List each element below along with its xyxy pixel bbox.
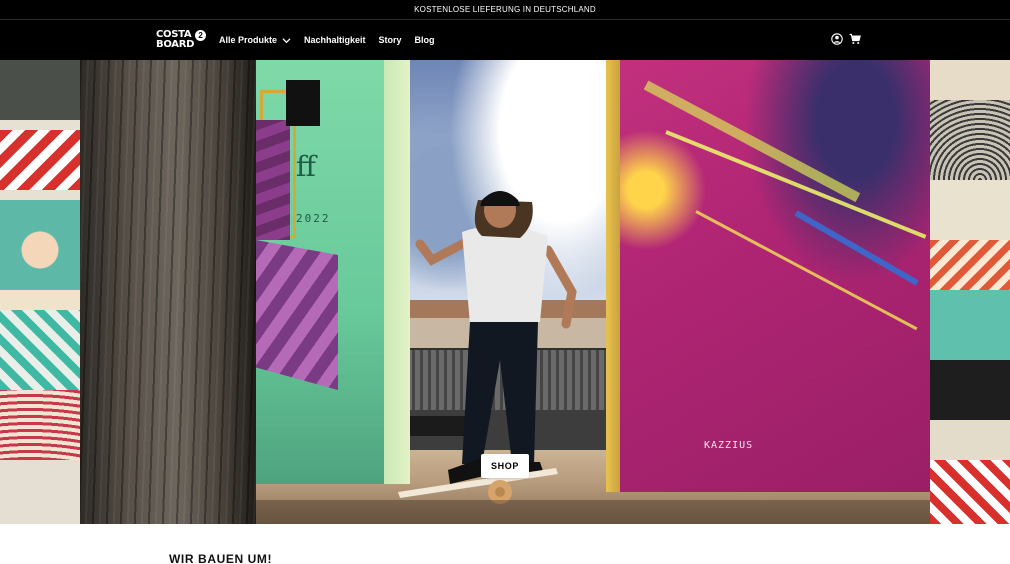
paint-streak <box>643 80 861 203</box>
site-header: COSTA BOARD 2 Alle Produkte Nachhaltigke… <box>0 20 1010 60</box>
header-icons <box>831 33 861 45</box>
shop-button[interactable]: SHOP <box>481 454 529 478</box>
cart-icon[interactable] <box>849 33 861 45</box>
ground-shadow <box>256 500 930 524</box>
graffiti-purple-panel <box>256 120 290 240</box>
tree-trunk <box>80 60 256 524</box>
collage-image-right <box>930 60 1010 524</box>
chevron-down-icon <box>282 37 291 43</box>
nav-item-alle-produkte[interactable]: Alle Produkte <box>219 35 291 45</box>
nav-item-nachhaltigkeit[interactable]: Nachhaltigkeit <box>304 35 366 45</box>
collage-image-left <box>0 60 80 524</box>
graffiti-tag: KAZZIUS <box>704 440 754 451</box>
account-icon[interactable] <box>831 33 843 45</box>
graffiti-wall-pink: KAZZIUS <box>606 60 930 492</box>
paint-streak <box>665 130 927 239</box>
logo-badge: 2 <box>195 30 207 41</box>
nav-item-label: Story <box>378 35 402 45</box>
nav-item-label: Blog <box>414 35 435 45</box>
wall-edge <box>384 60 410 484</box>
wall-edge <box>606 60 620 492</box>
paint-streak <box>695 210 918 331</box>
announcement-text: KOSTENLOSE LIEFERUNG IN DEUTSCHLAND <box>414 5 596 14</box>
section-title: WIR BAUEN UM! <box>169 552 273 564</box>
nav-item-blog[interactable]: Blog <box>415 35 435 45</box>
nav-item-story[interactable]: Story <box>379 35 402 45</box>
nav-item-label: Alle Produkte <box>219 35 278 45</box>
graffiti-wall-green: ff 2022 <box>256 60 410 484</box>
logo[interactable]: COSTA BOARD 2 <box>156 27 208 53</box>
graffiti-black-box <box>286 80 320 126</box>
nav-item-label: Nachhaltigkeit <box>304 35 366 45</box>
main-nav: Alle Produkte Nachhaltigkeit Story Blog <box>219 20 435 60</box>
graffiti-monogram: ff <box>296 150 316 183</box>
graffiti-chevrons <box>256 240 338 390</box>
graffiti-year: 2022 <box>296 212 331 225</box>
logo-text: COSTA BOARD <box>156 29 195 50</box>
announcement-bar: KOSTENLOSE LIEFERUNG IN DEUTSCHLAND <box>0 0 1010 20</box>
